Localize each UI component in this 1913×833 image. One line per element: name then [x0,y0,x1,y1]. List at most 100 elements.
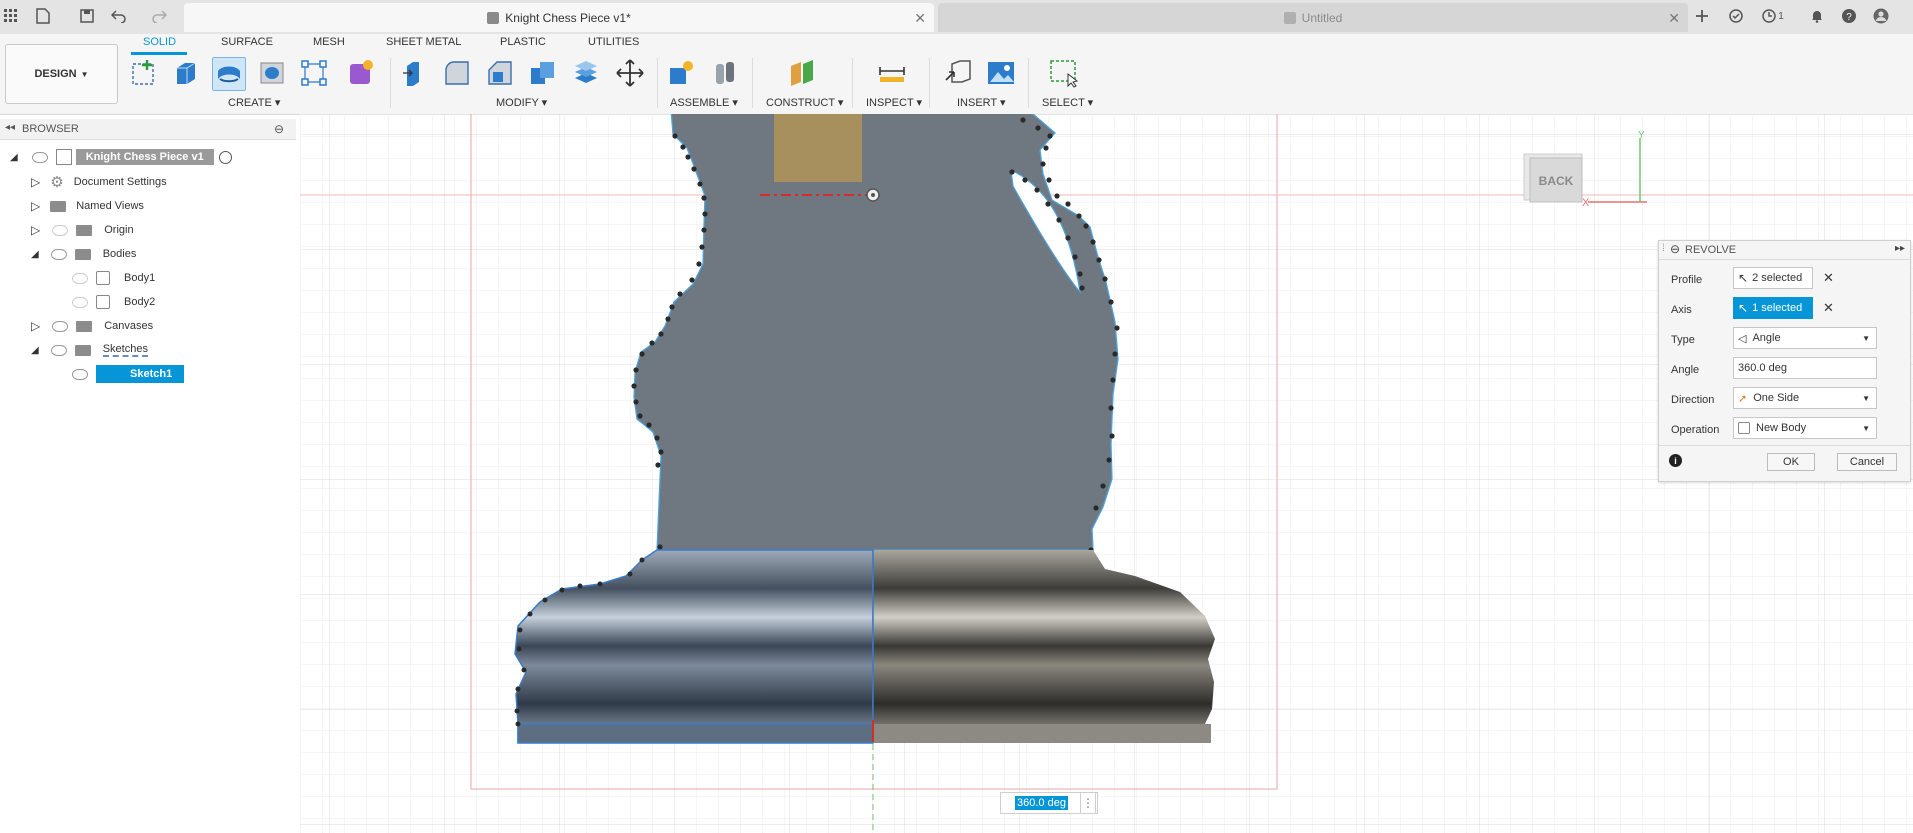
sketch1-label[interactable]: Sketch1 [96,365,185,383]
extrude-icon[interactable] [170,57,202,89]
visibility-eye-icon[interactable] [72,368,88,380]
axis-selector[interactable]: ↖ 1 selected [1733,297,1813,319]
visibility-eye-icon[interactable] [52,224,69,236]
collapse-panel-icon[interactable]: ◂◂ [5,122,15,133]
browser-item-document-settings[interactable]: ▷ ⚙ Document Settings [31,171,167,193]
root-component-label[interactable]: Knight Chess Piece v1 [75,149,214,165]
browser-item-sketches[interactable]: ◢ Sketches [31,339,148,361]
group-inspect[interactable]: INSPECT ▾ [866,96,922,109]
visibility-eye-icon[interactable] [31,151,48,163]
extensions-icon[interactable] [1727,7,1745,25]
browser-item-body1[interactable]: Body1 [72,267,155,289]
fillet-icon[interactable] [441,57,473,89]
tab-surface[interactable]: SURFACE [221,36,273,48]
tab-active-document[interactable]: Knight Chess Piece v1* ✕ [184,3,934,32]
browser-item-sketch1[interactable]: Sketch1 [72,363,185,385]
create-sketch-icon[interactable] [129,57,161,89]
workspace-switcher[interactable]: DESIGN ▼ [5,44,118,104]
group-create[interactable]: CREATE ▾ [228,96,280,109]
undo-icon[interactable] [110,7,128,25]
operation-value: New Body [1756,422,1807,434]
new-tab-icon[interactable] [1693,7,1711,25]
browser-item-bodies[interactable]: ◢ Bodies [31,243,136,265]
browser-item-origin[interactable]: ▷ Origin [31,219,134,241]
browser-item-named-views[interactable]: ▷ Named Views [31,195,144,217]
chamfer-icon[interactable] [484,57,516,89]
select-window-icon[interactable] [1047,57,1079,89]
caret-down-icon: ▼ [80,69,89,79]
user-avatar-icon[interactable] [1872,7,1890,25]
revolve-header[interactable]: ⁞ ⊖ REVOLVE ▸▸ [1659,241,1910,260]
title-bar: Knight Chess Piece v1* ✕ Untitled ✕ 1 ? [0,0,1913,35]
activate-radio-icon[interactable] [218,150,232,164]
group-insert[interactable]: INSERT ▾ [957,96,1006,109]
insert-canvas-icon[interactable] [985,57,1017,89]
hole-icon[interactable] [256,57,288,89]
insert-derive-icon[interactable] [943,57,975,89]
visibility-eye-icon[interactable] [72,272,88,284]
tab-inactive-document[interactable]: Untitled ✕ [938,3,1688,32]
operation-dropdown[interactable]: New Body ▼ [1733,417,1877,439]
tab-mesh[interactable]: MESH [313,36,345,48]
visibility-eye-icon[interactable] [50,344,67,356]
pattern-icon[interactable] [298,57,330,89]
collapse-dialog-icon[interactable]: ⊖ [1670,242,1680,256]
new-component-icon[interactable] [665,57,697,89]
clear-axis-icon[interactable]: ✕ [1823,300,1834,316]
close-icon[interactable]: ✕ [1668,10,1680,27]
tab-plastic[interactable]: PLASTIC [500,36,546,48]
browser-item-canvases[interactable]: ▷ Canvases [31,315,153,337]
help-icon[interactable]: ? [1840,7,1858,25]
measure-icon[interactable] [876,57,908,89]
tab-solid[interactable]: SOLID [143,36,176,48]
tab-utilities[interactable]: UTILITIES [588,36,639,48]
job-status-icon[interactable]: 1 [1758,7,1788,25]
tab-sheet-metal[interactable]: SHEET METAL [386,36,461,48]
drag-handle-icon[interactable]: ⁞ [1662,243,1665,254]
file-menu-icon[interactable] [34,7,52,25]
form-icon[interactable] [344,57,376,89]
folder-icon [76,224,93,236]
group-modify[interactable]: MODIFY ▾ [496,96,547,109]
group-select[interactable]: SELECT ▾ [1042,96,1093,109]
joint-icon[interactable] [709,57,741,89]
expand-dialog-icon[interactable]: ▸▸ [1895,243,1905,254]
chevron-down-icon: ▼ [1862,423,1870,433]
visibility-eye-icon[interactable] [72,296,88,308]
collapse-triangle-icon[interactable]: ◢ [31,249,39,260]
ok-button[interactable]: OK [1767,453,1815,471]
expand-triangle-icon[interactable]: ▷ [31,223,40,237]
profile-selector[interactable]: ↖ 2 selected [1733,267,1813,289]
visibility-eye-icon[interactable] [52,320,69,332]
group-construct[interactable]: CONSTRUCT ▾ [766,96,843,109]
visibility-eye-icon[interactable] [50,248,67,260]
type-dropdown[interactable]: ◁ Angle ▼ [1733,327,1877,349]
direction-dropdown[interactable]: ➚ One Side ▼ [1733,387,1877,409]
collapse-triangle-icon[interactable]: ◢ [10,152,18,163]
move-icon[interactable] [614,57,646,89]
group-assemble[interactable]: ASSEMBLE ▾ [670,96,738,109]
save-icon[interactable] [78,7,96,25]
browser-item-body2[interactable]: Body2 [72,291,155,313]
expand-triangle-icon[interactable]: ▷ [31,175,40,189]
offset-plane-icon[interactable] [786,57,818,89]
expand-triangle-icon[interactable]: ▷ [31,319,40,333]
clear-profile-icon[interactable]: ✕ [1823,270,1834,286]
revolve-icon[interactable] [212,57,246,91]
close-icon[interactable]: ✕ [914,10,926,27]
minimize-icon[interactable]: ⊖ [274,122,284,136]
info-icon[interactable]: i [1669,454,1682,467]
shell-icon[interactable] [570,57,602,89]
press-pull-icon[interactable] [398,57,430,89]
notifications-bell-icon[interactable] [1808,7,1826,25]
redo-icon[interactable] [150,7,168,25]
angle-input[interactable]: 360.0 deg [1733,357,1877,379]
browser-root-row[interactable]: ◢ Knight Chess Piece v1 [10,146,232,168]
more-options-icon[interactable]: ⋮ [1080,792,1096,814]
collapse-triangle-icon[interactable]: ◢ [31,345,39,356]
apps-grid-icon[interactable] [2,7,20,25]
cancel-button[interactable]: Cancel [1837,453,1897,471]
new-body-icon [1738,422,1750,434]
expand-triangle-icon[interactable]: ▷ [31,199,40,213]
combine-icon[interactable] [527,57,559,89]
